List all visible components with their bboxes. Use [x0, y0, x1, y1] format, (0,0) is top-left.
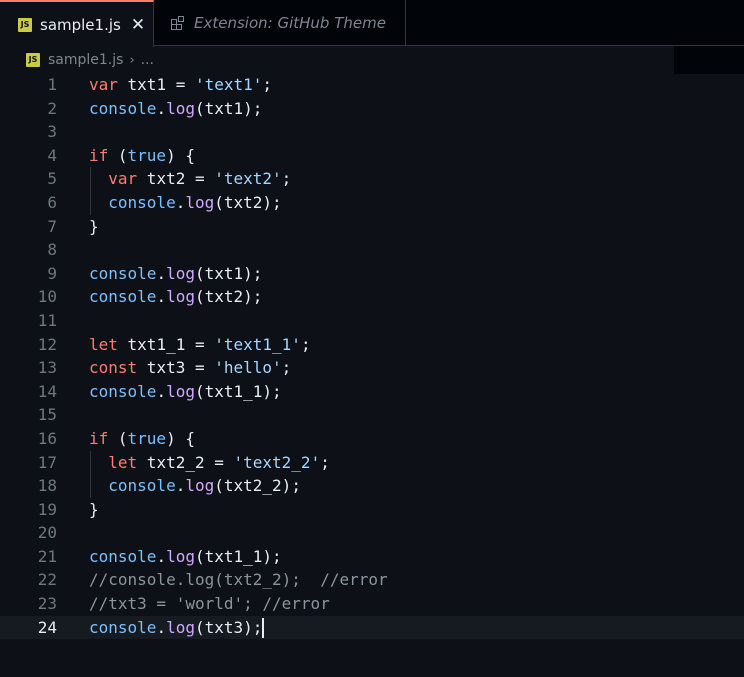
code-line[interactable]: 8 [0, 238, 744, 262]
code-text: console.log(txt2); [89, 287, 263, 307]
code-text: var txt1 = 'text1'; [89, 75, 273, 94]
code-text: if (true) { [89, 145, 195, 165]
code-line[interactable]: 9 console.log(txt1); [0, 262, 744, 286]
code-line[interactable]: 2 console.log(txt1); [0, 97, 744, 121]
line-number: 9 [47, 263, 57, 283]
code-editor[interactable]: 1 var txt1 = 'text1'; 2 console.log(txt1); 3… [0, 73, 744, 640]
code-text: if (true) { [89, 428, 195, 448]
close-icon[interactable]: ✕ [131, 15, 145, 35]
code-line[interactable]: 21 console.log(txt1_1); [0, 545, 744, 569]
code-line[interactable]: 1 var txt1 = 'text1'; [0, 73, 744, 97]
code-line[interactable]: 18 console.log(txt2_2); [0, 474, 744, 498]
code-text: console.log(txt2); [108, 192, 282, 212]
line-number: 5 [47, 169, 57, 189]
line-number: 20 [37, 523, 57, 543]
line-number: 17 [37, 452, 57, 472]
code-line[interactable]: 11 [0, 309, 744, 333]
js-file-icon: JS [18, 17, 32, 32]
line-number: 18 [37, 476, 57, 496]
line-number: 3 [47, 122, 57, 142]
code-text: console.log(txt1); [89, 98, 263, 118]
line-number: 1 [47, 75, 57, 94]
code-text: //txt3 = 'world'; //error [89, 594, 330, 614]
code-text: var txt2 = 'text2'; [108, 169, 292, 189]
code-text: console.log(txt3); [89, 617, 265, 639]
tab-label: Extension: GitHub Theme [194, 14, 386, 32]
line-number: 6 [47, 192, 57, 212]
breadcrumb-file[interactable]: sample1.js [48, 52, 123, 68]
code-text: let txt1_1 = 'text1_1'; [89, 334, 311, 354]
line-number: 16 [37, 428, 57, 448]
chevron-right-icon: › [129, 52, 135, 68]
breadcrumb: JS sample1.js › ... [0, 46, 744, 74]
code-text: const txt3 = 'hello'; [89, 358, 292, 378]
line-number: 21 [37, 546, 57, 566]
code-text: console.log(txt2_2); [108, 476, 301, 496]
line-number: 15 [37, 405, 57, 425]
line-number: 12 [37, 334, 57, 354]
code-text: } [89, 499, 99, 519]
code-text: } [89, 216, 99, 236]
line-number: 23 [37, 594, 57, 614]
line-number: 7 [47, 216, 57, 236]
code-text: let txt2_2 = 'text2_2'; [108, 452, 330, 472]
code-line[interactable]: 20 [0, 521, 744, 545]
code-line[interactable]: 19} [0, 498, 744, 522]
code-line[interactable]: 3 [0, 120, 744, 144]
line-number: 19 [37, 499, 57, 519]
code-line[interactable]: 22 //console.log(txt2_2); //error [0, 568, 744, 592]
tab-extension-github-theme[interactable]: Extension: GitHub Theme [154, 0, 406, 46]
line-number: 14 [37, 381, 57, 401]
code-text: console.log(txt1_1); [89, 381, 282, 401]
code-line[interactable]: 14 console.log(txt1_1); [0, 380, 744, 404]
code-line[interactable]: 5 var txt2 = 'text2'; [0, 167, 744, 191]
line-number: 2 [47, 98, 57, 118]
code-line[interactable]: 4 if (true) { [0, 144, 744, 168]
line-number: 8 [47, 240, 57, 260]
code-line[interactable]: 7} [0, 215, 744, 239]
code-line[interactable]: 12 let txt1_1 = 'text1_1'; [0, 333, 744, 357]
line-number: 22 [37, 570, 57, 590]
line-number: 24 [37, 617, 57, 637]
line-number: 4 [47, 145, 57, 165]
code-text: //console.log(txt2_2); //error [89, 570, 388, 590]
tab-sample1-js[interactable]: JS sample1.js ✕ [0, 0, 154, 47]
text-cursor [262, 618, 265, 639]
code-line[interactable]: 10 console.log(txt2); [0, 285, 744, 309]
code-line[interactable]: 24 console.log(txt3); [0, 615, 744, 640]
code-line[interactable]: 16 if (true) { [0, 427, 744, 451]
line-number: 11 [37, 310, 57, 330]
code-line[interactable]: 13 const txt3 = 'hello'; [0, 356, 744, 380]
minimap-header [674, 46, 744, 74]
code-line[interactable]: 17 let txt2_2 = 'text2_2'; [0, 450, 744, 475]
line-number: 13 [37, 358, 57, 378]
code-line[interactable]: 6 console.log(txt2); [0, 190, 744, 215]
line-number: 10 [37, 287, 57, 307]
code-text: console.log(txt1); [89, 263, 263, 283]
extension-icon [170, 15, 186, 31]
code-line[interactable]: 15 [0, 403, 744, 427]
tab-label: sample1.js [40, 15, 121, 34]
code-line[interactable]: 23 //txt3 = 'world'; //error [0, 592, 744, 616]
tab-bar: JS sample1.js ✕ Extension: GitHub Theme [0, 0, 744, 47]
breadcrumb-more[interactable]: ... [141, 52, 154, 68]
code-text: console.log(txt1_1); [89, 546, 282, 566]
js-file-icon: JS [26, 53, 40, 67]
